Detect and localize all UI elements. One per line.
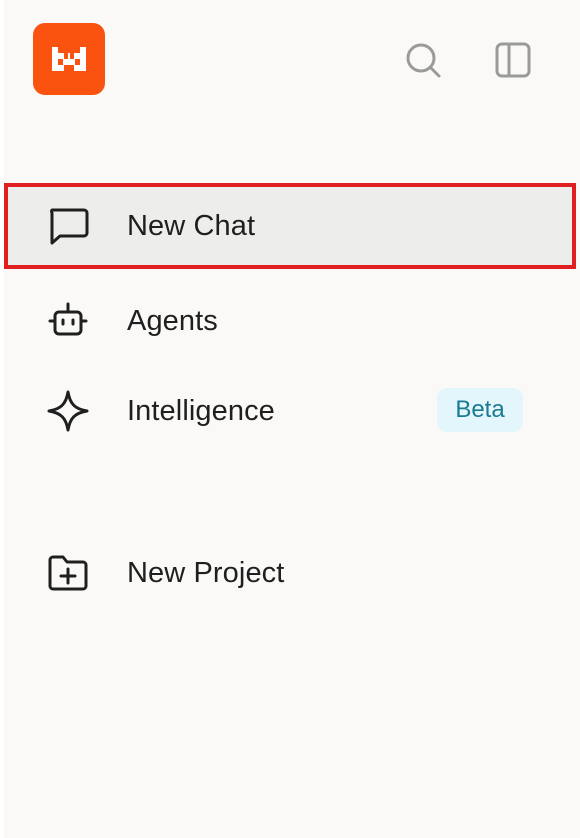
sidebar-toggle-button[interactable]	[489, 36, 537, 84]
sidebar-toggle-icon	[495, 42, 531, 78]
robot-icon	[44, 297, 92, 345]
nav-item-label: Intelligence	[127, 394, 275, 427]
nav-item-new-project[interactable]: New Project	[4, 530, 576, 616]
brand-logo[interactable]	[33, 23, 105, 95]
sparkle-icon	[44, 387, 92, 435]
nav-item-label: New Project	[127, 556, 285, 589]
nav-item-label: Agents	[127, 304, 218, 337]
nav-item-agents[interactable]: Agents	[4, 278, 576, 364]
pixel-creature-logo-icon	[52, 47, 86, 71]
beta-badge: Beta	[437, 388, 523, 432]
chat-bubble-icon	[44, 202, 92, 250]
nav-item-intelligence[interactable]: Intelligence Beta	[4, 368, 576, 454]
nav-item-label: New Chat	[127, 209, 256, 242]
sidebar: New Chat Agents Intelligence Beta New Pr…	[4, 0, 580, 838]
nav-item-new-chat[interactable]: New Chat	[4, 183, 576, 269]
folder-plus-icon	[44, 549, 92, 597]
search-button[interactable]	[399, 36, 447, 84]
search-icon	[406, 43, 441, 78]
